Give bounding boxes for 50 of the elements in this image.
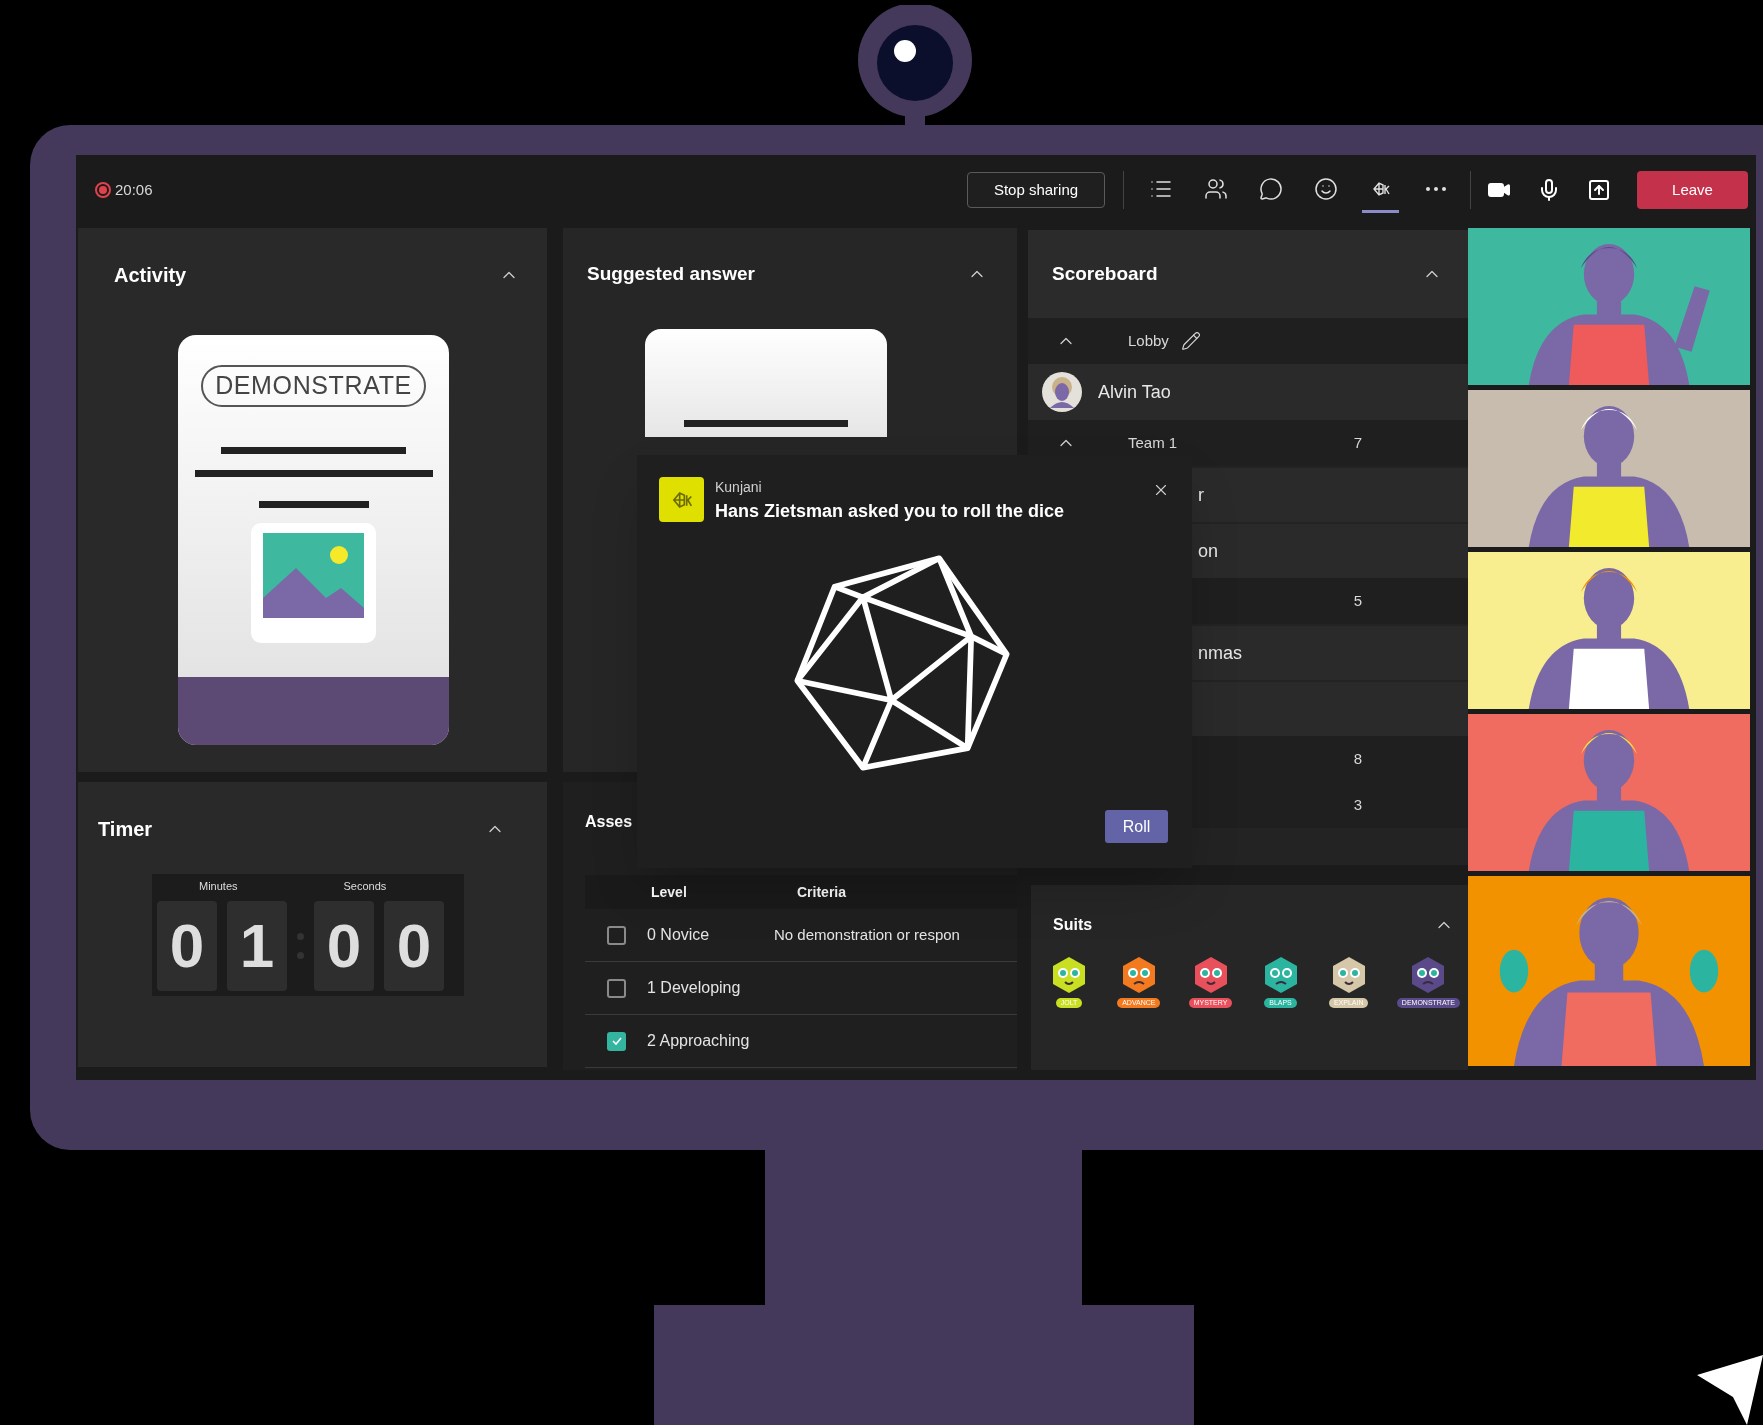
clock-digit: 0 bbox=[384, 900, 444, 991]
score: 3 bbox=[1353, 794, 1362, 815]
colon-dots bbox=[297, 932, 304, 959]
panel-title: Asses bbox=[585, 813, 633, 830]
dice-icon bbox=[792, 553, 1012, 773]
panel-title: Activity bbox=[114, 263, 187, 288]
clock-digit: 0 bbox=[157, 900, 217, 991]
check-icon bbox=[610, 1035, 623, 1047]
people-icon bbox=[1203, 176, 1228, 201]
table-cell-text: 1 Developing bbox=[647, 978, 742, 998]
panel-title: Suggested answer bbox=[587, 262, 755, 286]
group-name: Team 1 bbox=[1128, 432, 1178, 453]
chat-icon bbox=[1258, 176, 1283, 201]
minutes-label: Minutes bbox=[199, 879, 238, 894]
column-header: Level bbox=[651, 882, 688, 902]
app-name: Kunjani bbox=[715, 478, 763, 497]
roll-button[interactable]: Roll bbox=[1105, 810, 1168, 843]
more-icon bbox=[1425, 186, 1446, 191]
leave-button[interactable]: Leave bbox=[1637, 171, 1748, 209]
table-cell-text: 0 Novice bbox=[647, 925, 711, 945]
panel-title: Timer bbox=[98, 817, 153, 842]
checkbox[interactable] bbox=[607, 1031, 626, 1051]
cursor-icon bbox=[1697, 1355, 1763, 1425]
column-header: Criteria bbox=[797, 882, 847, 902]
score: 5 bbox=[1353, 590, 1362, 611]
avatar-icon bbox=[1042, 372, 1082, 412]
table-cell-text: 2 Approaching bbox=[647, 1031, 751, 1051]
clock-digit: 1 bbox=[227, 900, 287, 991]
share-screen-icon[interactable] bbox=[1587, 178, 1611, 202]
seconds-label: Seconds bbox=[343, 879, 387, 894]
member-name: r bbox=[1198, 483, 1204, 507]
panel-title: Suits bbox=[1053, 915, 1093, 935]
panel-title: Scoreboard bbox=[1052, 261, 1158, 286]
stop-sharing-button[interactable]: Stop sharing bbox=[967, 172, 1105, 208]
image-icon bbox=[251, 523, 376, 643]
checkbox[interactable] bbox=[607, 978, 626, 998]
table-cell-text: No demonstration or respon bbox=[774, 924, 960, 945]
member-name: nmas bbox=[1198, 641, 1242, 665]
call-duration: 20:06 bbox=[115, 179, 153, 200]
smile-icon bbox=[1313, 176, 1338, 201]
checkbox[interactable] bbox=[607, 925, 626, 945]
player-name: Alvin Tao bbox=[1098, 380, 1171, 404]
edit-icon[interactable] bbox=[1180, 331, 1201, 351]
member-name: on bbox=[1198, 539, 1219, 563]
clock-digit: 0 bbox=[314, 900, 374, 991]
score: 8 bbox=[1353, 748, 1362, 769]
card-label: DEMONSTRATE bbox=[201, 365, 426, 407]
notification-message: Hans Zietsman asked you to roll the dice bbox=[715, 500, 1065, 523]
score: 7 bbox=[1353, 432, 1362, 453]
group-name: Lobby bbox=[1128, 330, 1169, 351]
